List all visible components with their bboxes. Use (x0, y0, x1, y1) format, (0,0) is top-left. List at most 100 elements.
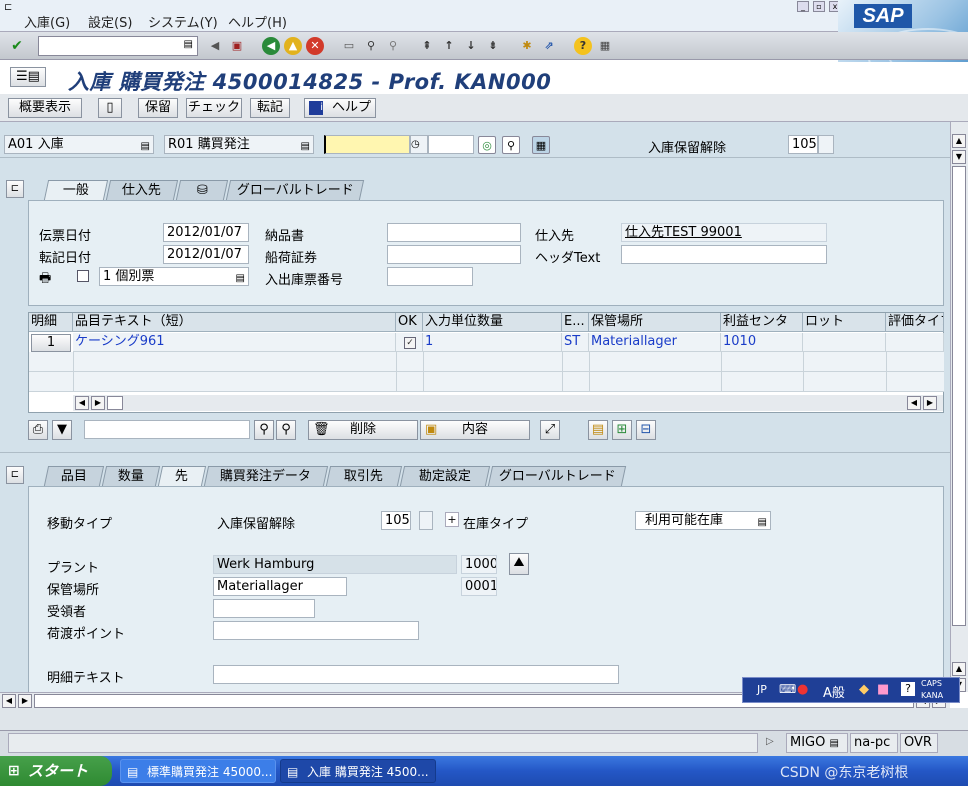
valuation-type-cell[interactable] (886, 333, 944, 352)
help-icon[interactable]: ? (574, 37, 592, 55)
batch-cell[interactable] (803, 333, 886, 352)
po-item-input[interactable] (428, 135, 474, 154)
filter-icon[interactable]: ▼ (52, 420, 72, 440)
print-checkbox[interactable] (77, 270, 89, 282)
ime-help-icon[interactable]: ? (901, 682, 915, 696)
vertical-scrollbar[interactable]: ▲ ▼ ▲ ▼ (950, 122, 968, 692)
reference-select[interactable]: R01 購買発注 ▤ (164, 135, 314, 154)
post-button[interactable]: 転記 (250, 98, 290, 118)
tab-po-data[interactable]: 購買発注データ (203, 466, 329, 486)
details-icon[interactable]: ⊟ (636, 420, 656, 440)
ime-language[interactable]: JP (757, 683, 767, 696)
movement-special-input[interactable] (818, 135, 834, 154)
scroll-right-icon[interactable]: ▶ (18, 694, 32, 708)
menu-goods-receipt[interactable]: 入庫(G) (24, 12, 70, 31)
column-header[interactable]: 評価タイプ (886, 313, 944, 332)
check-button[interactable]: チェック (186, 98, 242, 118)
column-header[interactable]: 保管場所 (589, 313, 721, 332)
delivery-note-input[interactable] (387, 223, 521, 242)
new-session-icon[interactable]: ✱ (518, 37, 536, 55)
new-document-button[interactable]: ▯ (98, 98, 122, 118)
menu-settings[interactable]: 設定(S) (88, 12, 132, 31)
grid-search-input[interactable] (84, 420, 250, 439)
tab-vendor[interactable]: 仕入先 (105, 180, 179, 200)
display-hide-overview-button[interactable]: ☰▤ (10, 67, 46, 87)
enter-check-icon[interactable]: ✔ (8, 37, 26, 55)
quantity-cell[interactable]: 1 (423, 333, 562, 352)
document-date-input[interactable]: 2012/01/07 (163, 223, 249, 242)
scroll-thumb[interactable] (952, 166, 966, 626)
movement-code-input[interactable]: 105 (381, 511, 411, 530)
save-icon[interactable]: ▣ (228, 37, 246, 55)
action-select[interactable]: A01 入庫 ▤ (4, 135, 154, 154)
keyboard-icon[interactable]: ⌨ (779, 682, 796, 696)
help-button[interactable]: i ヘルプ (304, 98, 376, 118)
menu-system[interactable]: システム(Y) (148, 12, 218, 31)
restore-icon[interactable]: ▫ (813, 1, 825, 12)
stock-type-select[interactable]: 利用可能在庫 ▤ (635, 511, 771, 530)
last-page-icon[interactable]: ⇟ (484, 37, 502, 55)
minimize-icon[interactable]: _ (797, 1, 809, 12)
taskbar-item-gr[interactable]: ▤ 入庫 購買発注 4500... (280, 759, 436, 783)
scroll-left-end-icon[interactable]: ◀ (907, 396, 921, 410)
item-text-cell[interactable]: ケーシング961 (73, 333, 396, 352)
folder-icon[interactable]: ▤ (588, 420, 608, 440)
unloading-point-input[interactable] (213, 621, 419, 640)
execute-icon[interactable]: ◎ (478, 136, 496, 154)
tab-account-assignment[interactable]: 勘定設定 (399, 466, 491, 486)
find-grid-icon[interactable]: ⚲ (254, 420, 274, 440)
next-page-icon[interactable]: ↓ (462, 37, 480, 55)
header-text-input[interactable] (621, 245, 827, 264)
search-help-icon[interactable]: ◷ (410, 135, 428, 154)
find-icon[interactable]: ⚲ (362, 37, 380, 55)
row-selector-button[interactable]: 1 (31, 334, 71, 352)
scroll-thumb[interactable] (107, 396, 123, 410)
ok-checkbox[interactable]: ✓ (396, 333, 423, 352)
column-header[interactable]: ロット (803, 313, 886, 332)
scroll-up-end-icon[interactable]: ▲ (952, 662, 966, 676)
ime-tool-icon[interactable]: ◆ (859, 682, 869, 697)
movement-indicator-input[interactable] (419, 511, 433, 530)
scroll-down-icon[interactable]: ▼ (952, 150, 966, 164)
find-next-icon[interactable]: ⚲ (384, 37, 402, 55)
add-item-icon[interactable]: ⊞ (612, 420, 632, 440)
expand-icon[interactable]: ⤢ (540, 420, 560, 440)
print-grid-icon[interactable]: ⎙ (28, 420, 48, 440)
command-field[interactable]: ▤ (38, 36, 198, 56)
contents-button[interactable]: ▣ 内容 (420, 420, 530, 440)
profit-center-cell[interactable]: 1010 (721, 333, 803, 352)
tab-partner[interactable]: 取引先 (325, 466, 403, 486)
shortcut-icon[interactable]: ⇗ (540, 37, 558, 55)
posting-date-input[interactable]: 2012/01/07 (163, 245, 249, 264)
print-icon[interactable]: ▭ (340, 37, 358, 55)
movement-type-input[interactable]: 105 (788, 135, 818, 154)
plant-details-icon[interactable]: ⛰ (509, 553, 529, 575)
unit-cell[interactable]: ST (562, 333, 589, 352)
window-menu-icon[interactable]: ⊏ (4, 2, 12, 13)
column-header[interactable]: OK (396, 313, 423, 332)
ime-pad-icon[interactable]: ● (797, 682, 808, 697)
find-next-grid-icon[interactable]: ⚲ (276, 420, 296, 440)
tab-global-trade[interactable]: グローバルトレード (225, 180, 365, 200)
transaction-code[interactable]: MIGO ▤ (786, 733, 848, 753)
insert-mode[interactable]: OVR (900, 733, 938, 753)
storage-location-cell[interactable]: Materiallager (589, 333, 721, 352)
column-header[interactable]: 明細 (29, 313, 73, 332)
back-icon[interactable]: ◀ (262, 37, 280, 55)
scroll-right-end-icon[interactable]: ▶ (923, 396, 937, 410)
column-header[interactable]: 入力単位数量 (423, 313, 562, 332)
cancel-icon[interactable]: ✕ (306, 37, 324, 55)
find-po-icon[interactable]: ⚲ (502, 136, 520, 154)
tab-quantity[interactable]: 数量 (101, 466, 161, 486)
previous-page-icon[interactable]: ↑ (440, 37, 458, 55)
layout-menu-icon[interactable]: ▦ (596, 37, 614, 55)
print-version-select[interactable]: 1 個別票 ▤ (99, 267, 249, 286)
column-header[interactable]: 品目テキスト（短） (73, 313, 396, 332)
first-page-icon[interactable]: ⇞ (418, 37, 436, 55)
scroll-up-icon[interactable]: ▲ (952, 134, 966, 148)
tab-global-trade-detail[interactable]: グローバルトレード (487, 466, 627, 486)
tab-where[interactable]: 先 (157, 466, 207, 486)
scroll-right-icon[interactable]: ▶ (91, 396, 105, 410)
menu-help[interactable]: ヘルプ(H) (228, 12, 287, 31)
hold-button[interactable]: 保留 (138, 98, 178, 118)
